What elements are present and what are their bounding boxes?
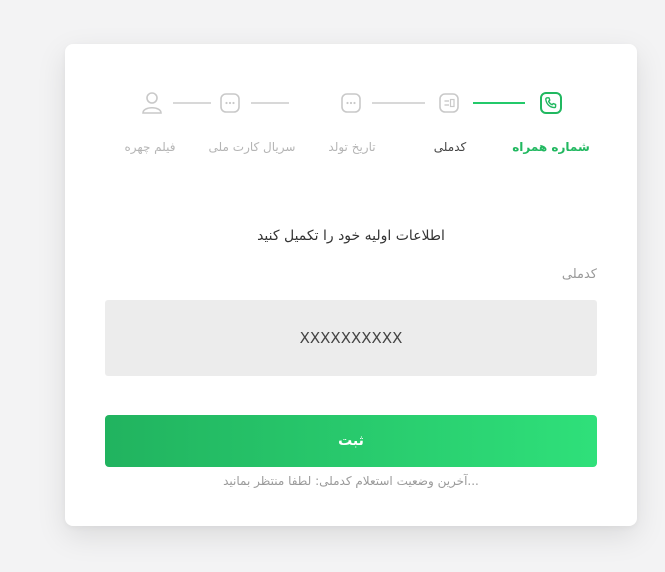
submit-button[interactable]: ثبت [105,415,597,467]
dots-icon [218,91,242,115]
phone-icon [539,91,563,115]
step-label-card-serial: سریال کارت ملی [208,140,296,154]
id-card-icon [437,91,461,115]
step-label-phone: شماره همراه [512,140,590,154]
user-icon [140,91,164,115]
form-instruction: اطلاعات اولیه خود را تکمیل کنید [257,228,445,244]
dots-icon [339,91,363,115]
step-label-national-id: کدملی [433,140,467,154]
step-label-birth-date: تاریخ تولد [328,140,376,154]
step-label-face-video: فیلم چهره [124,140,176,154]
national-id-label: کدملی [561,267,597,282]
stepper-connector [372,102,425,104]
stepper-connector [173,102,211,104]
stepper-connector [251,102,289,104]
national-id-input[interactable] [105,300,597,376]
status-message: ...آخرین وضعیت استعلام کدملی: لطفا منتظر… [223,474,479,488]
stepper-connector-active [473,102,525,104]
verification-card: فیلم چهره سریال کارت ملی تاریخ تولد کدمل… [65,44,637,526]
